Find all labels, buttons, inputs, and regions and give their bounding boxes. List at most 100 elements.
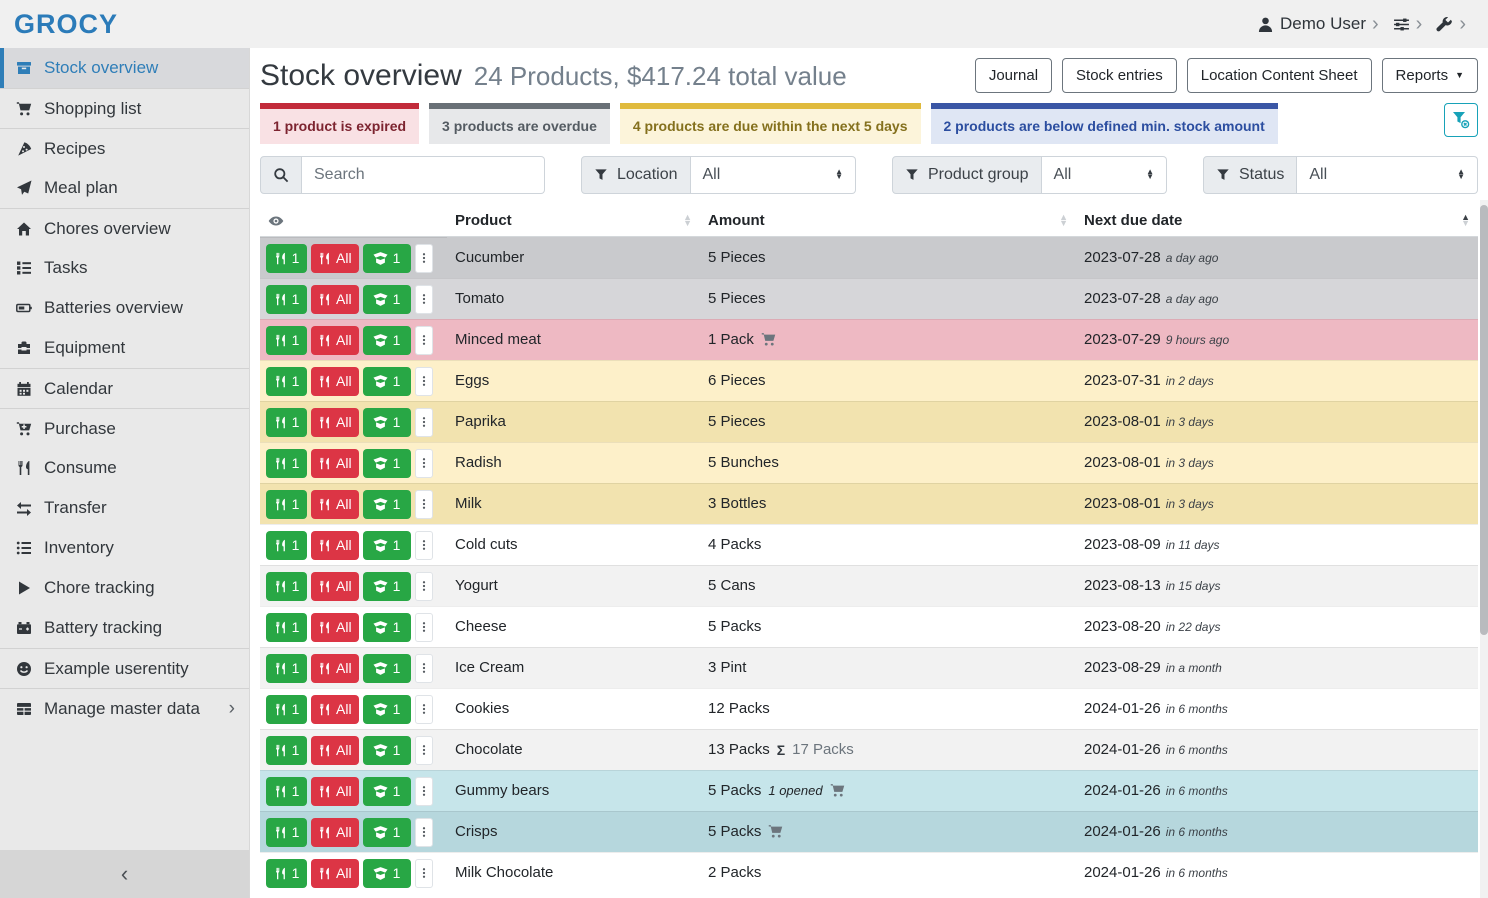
admin-menu[interactable]: ›: [1436, 14, 1466, 34]
row-menu-button[interactable]: [415, 449, 433, 478]
sidebar-item-consume[interactable]: Consume: [0, 448, 249, 488]
consume-one-button[interactable]: 1: [266, 736, 307, 765]
consume-all-button[interactable]: All: [311, 859, 359, 888]
row-menu-button[interactable]: [415, 285, 433, 314]
consume-all-button[interactable]: All: [311, 449, 359, 478]
consume-all-button[interactable]: All: [311, 408, 359, 437]
consume-one-button[interactable]: 1: [266, 695, 307, 724]
open-one-button[interactable]: 1: [363, 736, 411, 765]
open-one-button[interactable]: 1: [363, 818, 411, 847]
filter-select[interactable]: All ▲▼: [1297, 156, 1478, 194]
vertical-scrollbar[interactable]: [1480, 200, 1488, 898]
consume-all-button[interactable]: All: [311, 244, 359, 273]
clear-filters-button[interactable]: [1444, 103, 1478, 137]
row-menu-button[interactable]: [415, 777, 433, 806]
filter-select[interactable]: All ▲▼: [1042, 156, 1167, 194]
consume-one-button[interactable]: 1: [266, 244, 307, 273]
consume-all-button[interactable]: All: [311, 736, 359, 765]
open-one-button[interactable]: 1: [363, 285, 411, 314]
consume-one-button[interactable]: 1: [266, 818, 307, 847]
consume-all-button[interactable]: All: [311, 285, 359, 314]
sidebar-item-transfer[interactable]: Transfer: [0, 488, 249, 528]
sidebar-item-meal-plan[interactable]: Meal plan: [0, 168, 249, 208]
consume-one-button[interactable]: 1: [266, 490, 307, 519]
row-menu-button[interactable]: [415, 408, 433, 437]
consume-all-button[interactable]: All: [311, 490, 359, 519]
sidebar-item-shopping-list[interactable]: Shopping list: [0, 88, 249, 128]
scrollbar-thumb[interactable]: [1480, 205, 1488, 635]
consume-all-button[interactable]: All: [311, 613, 359, 642]
consume-one-button[interactable]: 1: [266, 367, 307, 396]
sidebar-item-tasks[interactable]: Tasks: [0, 248, 249, 288]
user-menu[interactable]: Demo User ›: [1257, 14, 1379, 34]
consume-one-button[interactable]: 1: [266, 572, 307, 601]
open-one-button[interactable]: 1: [363, 367, 411, 396]
row-menu-button[interactable]: [415, 859, 433, 888]
sidebar-item-manage-master-data[interactable]: Manage master data ›: [0, 688, 249, 728]
sidebar-item-equipment[interactable]: Equipment: [0, 328, 249, 368]
row-menu-button[interactable]: [415, 736, 433, 765]
banner-expired[interactable]: 1 product is expired: [260, 103, 419, 144]
consume-one-button[interactable]: 1: [266, 408, 307, 437]
row-menu-button[interactable]: [415, 572, 433, 601]
row-menu-button[interactable]: [415, 490, 433, 519]
consume-all-button[interactable]: All: [311, 572, 359, 601]
sidebar-item-example-userentity[interactable]: Example userentity: [0, 648, 249, 688]
column-header-product[interactable]: Product ▲▼: [447, 207, 700, 237]
search-input[interactable]: [302, 156, 545, 194]
consume-all-button[interactable]: All: [311, 818, 359, 847]
open-one-button[interactable]: 1: [363, 777, 411, 806]
open-one-button[interactable]: 1: [363, 654, 411, 683]
sidebar-item-recipes[interactable]: Recipes: [0, 128, 249, 168]
sidebar-item-batteries-overview[interactable]: Batteries overview: [0, 288, 249, 328]
settings-menu[interactable]: ›: [1393, 14, 1423, 34]
sidebar-item-battery-tracking[interactable]: Battery tracking: [0, 608, 249, 648]
open-one-button[interactable]: 1: [363, 490, 411, 519]
sidebar-item-chore-tracking[interactable]: Chore tracking: [0, 568, 249, 608]
consume-all-button[interactable]: All: [311, 777, 359, 806]
consume-one-button[interactable]: 1: [266, 285, 307, 314]
consume-one-button[interactable]: 1: [266, 859, 307, 888]
filter-select[interactable]: All ▲▼: [691, 156, 857, 194]
open-one-button[interactable]: 1: [363, 408, 411, 437]
column-header-next-due-date[interactable]: Next due date ▲▼: [1076, 207, 1478, 237]
sidebar-item-stock-overview[interactable]: Stock overview: [0, 48, 249, 88]
row-menu-button[interactable]: [415, 654, 433, 683]
banner-overdue[interactable]: 3 products are overdue: [429, 103, 610, 144]
sidebar-item-calendar[interactable]: Calendar: [0, 368, 249, 408]
consume-all-button[interactable]: All: [311, 326, 359, 355]
consume-one-button[interactable]: 1: [266, 777, 307, 806]
sidebar-item-purchase[interactable]: Purchase: [0, 408, 249, 448]
consume-all-button[interactable]: All: [311, 695, 359, 724]
row-menu-button[interactable]: [415, 818, 433, 847]
open-one-button[interactable]: 1: [363, 531, 411, 560]
open-one-button[interactable]: 1: [363, 859, 411, 888]
row-menu-button[interactable]: [415, 695, 433, 724]
consume-all-button[interactable]: All: [311, 654, 359, 683]
consume-one-button[interactable]: 1: [266, 613, 307, 642]
consume-one-button[interactable]: 1: [266, 654, 307, 683]
banner-due-soon[interactable]: 4 products are due within the next 5 day…: [620, 103, 921, 144]
sidebar-item-inventory[interactable]: Inventory: [0, 528, 249, 568]
sidebar-collapse-button[interactable]: ‹: [0, 850, 249, 898]
consume-all-button[interactable]: All: [311, 531, 359, 560]
stock-entries-button[interactable]: Stock entries: [1062, 58, 1177, 93]
row-menu-button[interactable]: [415, 531, 433, 560]
journal-button[interactable]: Journal: [975, 58, 1052, 93]
open-one-button[interactable]: 1: [363, 613, 411, 642]
open-one-button[interactable]: 1: [363, 326, 411, 355]
consume-one-button[interactable]: 1: [266, 531, 307, 560]
reports-button[interactable]: Reports ▼: [1382, 58, 1478, 93]
consume-one-button[interactable]: 1: [266, 326, 307, 355]
consume-one-button[interactable]: 1: [266, 449, 307, 478]
open-one-button[interactable]: 1: [363, 449, 411, 478]
open-one-button[interactable]: 1: [363, 244, 411, 273]
row-menu-button[interactable]: [415, 367, 433, 396]
banner-below-min[interactable]: 2 products are below defined min. stock …: [931, 103, 1278, 144]
column-header-amount[interactable]: Amount ▲▼: [700, 207, 1076, 237]
row-menu-button[interactable]: [415, 244, 433, 273]
location-content-sheet-button[interactable]: Location Content Sheet: [1187, 58, 1372, 93]
row-menu-button[interactable]: [415, 613, 433, 642]
consume-all-button[interactable]: All: [311, 367, 359, 396]
open-one-button[interactable]: 1: [363, 695, 411, 724]
